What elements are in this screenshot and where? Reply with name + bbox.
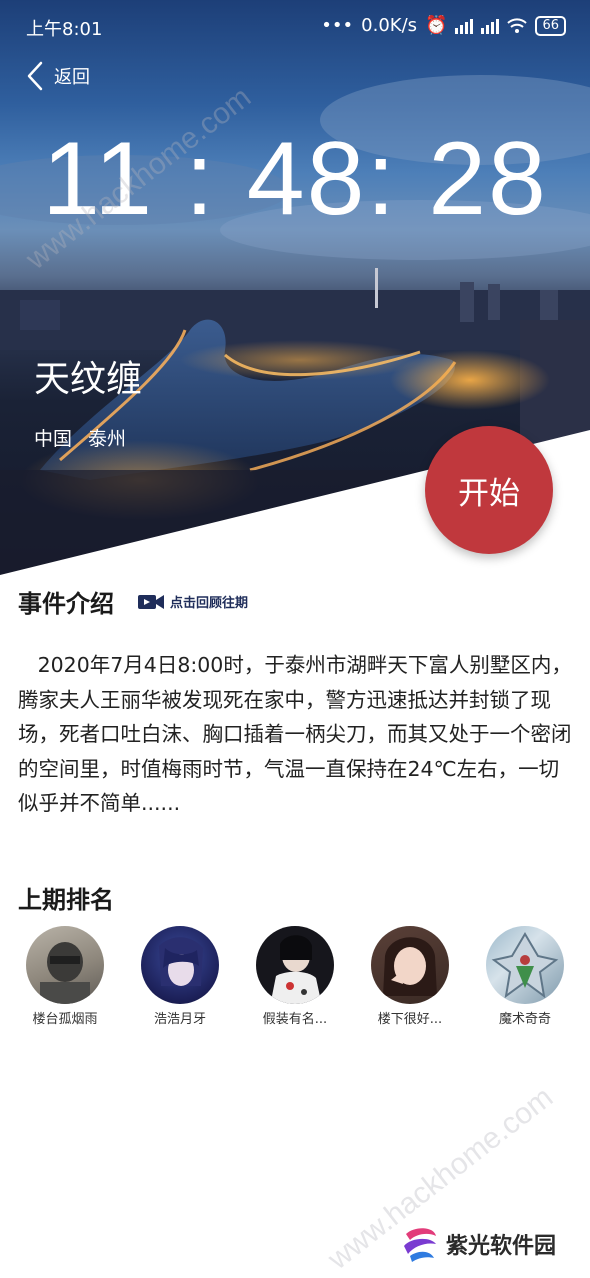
avatar (486, 926, 564, 1004)
rank-item-3[interactable]: 假装有名... (239, 926, 351, 1027)
brand-logo: 紫光软件园 (400, 1224, 556, 1264)
battery-icon: 66 (535, 15, 566, 36)
replay-label: 点击回顾往期 (170, 596, 249, 611)
alarm-icon: ⏰ (425, 15, 448, 36)
back-button[interactable]: 返回 (26, 60, 90, 92)
ranking-list: 楼台孤烟雨 浩浩月牙 假装有名... 楼下很好... 魔术奇奇 (0, 926, 590, 1036)
status-time: 上午8:01 (26, 19, 103, 40)
avatar (371, 926, 449, 1004)
brand-name: 紫光软件园 (446, 1234, 557, 1259)
case-location: 中国 泰州 (34, 424, 126, 451)
rank-name: 楼台孤烟雨 (32, 1012, 98, 1027)
rank-name: 浩浩月牙 (153, 1012, 206, 1027)
replay-past-link[interactable]: 点击回顾往期 (138, 592, 248, 611)
status-icons: ••• 0.0K/s ⏰ 66 (321, 15, 566, 36)
back-label: 返回 (54, 67, 90, 88)
signal-icon (455, 18, 474, 34)
intro-header: 事件介绍 点击回顾往期 (18, 584, 248, 619)
more-dots-icon: ••• (321, 15, 354, 36)
rank-item-1[interactable]: 楼台孤烟雨 (9, 926, 121, 1027)
network-speed: 0.0K/s (361, 15, 418, 36)
ranking-header: 上期排名 (18, 880, 114, 915)
avatar (26, 926, 104, 1004)
rank-item-2[interactable]: 浩浩月牙 (124, 926, 236, 1027)
rank-name: 假装有名... (262, 1012, 328, 1027)
location-country: 中国 (34, 428, 73, 450)
avatar (141, 926, 219, 1004)
rank-name: 魔术奇奇 (498, 1012, 551, 1027)
status-bar: 上午8:01 ••• 0.0K/s ⏰ 66 (0, 0, 590, 54)
ranking-heading: 上期排名 (18, 886, 114, 914)
chevron-left-icon (27, 61, 43, 91)
intro-heading: 事件介绍 (18, 590, 114, 618)
case-title: 天纹缠 (34, 359, 143, 400)
rank-name: 楼下很好... (377, 1012, 443, 1027)
location-city: 泰州 (88, 428, 127, 450)
rank-item-4[interactable]: 楼下很好... (354, 926, 466, 1027)
intro-text: 2020年7月4日8:00时，于泰州市湖畔天下富人别墅区内，腾家夫人王丽华被发现… (18, 653, 572, 815)
wifi-icon (507, 17, 528, 33)
avatar (256, 926, 334, 1004)
start-button[interactable]: 开始 (425, 426, 553, 554)
brand-mark-icon (404, 1228, 436, 1262)
intro-paragraph: 2020年7月4日8:00时，于泰州市湖畔天下富人别墅区内，腾家夫人王丽华被发现… (18, 648, 574, 821)
video-camera-icon (138, 594, 164, 609)
signal-icon-2 (481, 18, 500, 34)
rank-item-5[interactable]: 魔术奇奇 (469, 926, 581, 1027)
